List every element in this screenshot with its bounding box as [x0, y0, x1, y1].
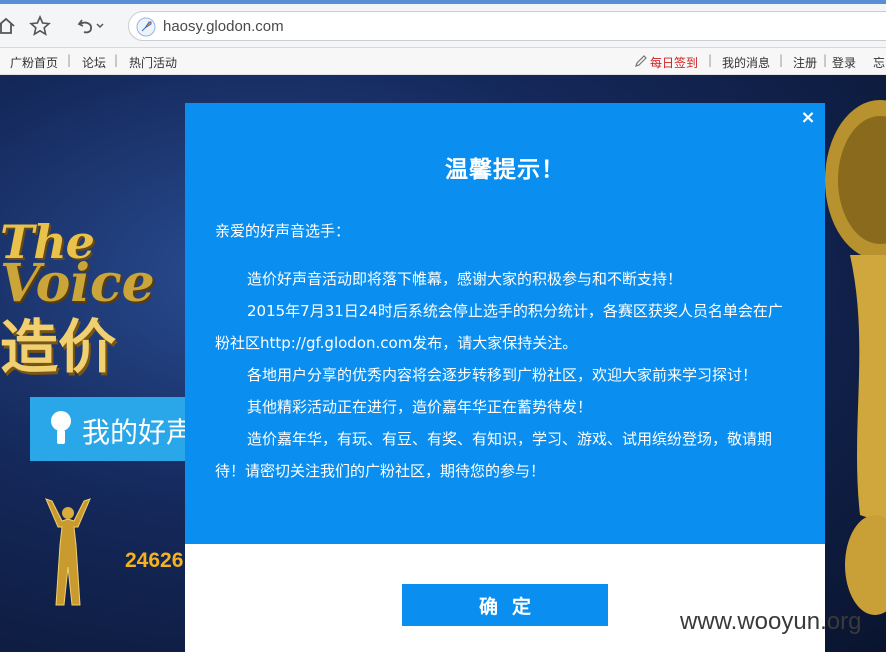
notice-paragraph: 造价好声音活动即将落下帷幕，感谢大家的积极参与和不断支持！ — [247, 270, 683, 288]
forgot-link[interactable]: 忘 — [873, 54, 885, 71]
nav-separator: | — [67, 53, 72, 67]
golden-microphone-icon — [825, 100, 886, 615]
dialog-body: 亲爱的好声音选手： 造价好声音活动即将落下帷幕，感谢大家的积极参与和不断支持！ … — [215, 215, 797, 487]
nav-separator: | — [708, 53, 713, 67]
checkin-pen-icon — [634, 54, 648, 71]
nav-hot-events-link[interactable]: 热门活动 — [129, 54, 177, 71]
login-link[interactable]: 登录 — [832, 54, 856, 71]
nav-forum-link[interactable]: 论坛 — [82, 54, 106, 71]
register-link[interactable]: 注册 — [793, 54, 817, 71]
confirm-button[interactable]: 确定 — [402, 584, 608, 626]
notice-paragraph: 2015年7月31日24时后系统会停止选手的积分统计，各赛区获奖人员名单会在广粉… — [215, 302, 783, 352]
rocket-icon — [136, 17, 156, 37]
address-bar[interactable]: haosy.glodon.com — [128, 11, 886, 41]
hero-count: 24626 — [125, 549, 184, 572]
trophy-figure-icon — [45, 498, 91, 606]
chevron-down-icon[interactable] — [92, 12, 108, 40]
notice-paragraph: 造价嘉年华，有玩、有豆、有奖、有知识，学习、游戏、试用缤纷登场，敬请期待！请密切… — [215, 430, 773, 480]
daily-checkin-link[interactable]: 每日签到 — [650, 54, 698, 71]
nav-separator: | — [779, 53, 784, 67]
url-text: haosy.glodon.com — [163, 18, 284, 35]
home-icon[interactable] — [0, 12, 20, 40]
star-icon[interactable] — [26, 12, 54, 40]
my-voice-button[interactable]: 我的好声 — [30, 397, 200, 461]
browser-toolbar: haosy.glodon.com — [0, 4, 886, 48]
notice-paragraph: 各地用户分享的优秀内容将会逐步转移到广粉社区，欢迎大家前来学习探讨！ — [247, 366, 758, 384]
greeting-text: 亲爱的好声音选手： — [215, 222, 351, 240]
my-voice-label: 我的好声 — [82, 416, 195, 449]
watermark-text: www.wooyun.org — [680, 608, 862, 635]
nav-separator: | — [114, 53, 119, 67]
notice-dialog: × 温馨提示！ 亲爱的好声音选手： 造价好声音活动即将落下帷幕，感谢大家的积极参… — [185, 103, 825, 652]
my-messages-link[interactable]: 我的消息 — [722, 54, 770, 71]
hero-title-cn: 造价 — [0, 313, 117, 381]
close-button[interactable]: × — [799, 109, 817, 127]
nav-separator: | — [823, 53, 828, 67]
notice-paragraph: 其他精彩活动正在进行，造价嘉年华正在蓄势待发！ — [247, 398, 593, 416]
microphone-icon — [51, 411, 71, 444]
nav-home-link[interactable]: 广粉首页 — [10, 54, 58, 71]
site-top-nav: 广粉首页 | 论坛 | 热门活动 每日签到 | 我的消息 | 注册 | 登录 忘 — [0, 48, 886, 75]
dialog-title: 温馨提示！ — [445, 157, 565, 183]
dialog-content-panel: × 温馨提示！ 亲爱的好声音选手： 造价好声音活动即将落下帷幕，感谢大家的积极参… — [185, 103, 825, 544]
